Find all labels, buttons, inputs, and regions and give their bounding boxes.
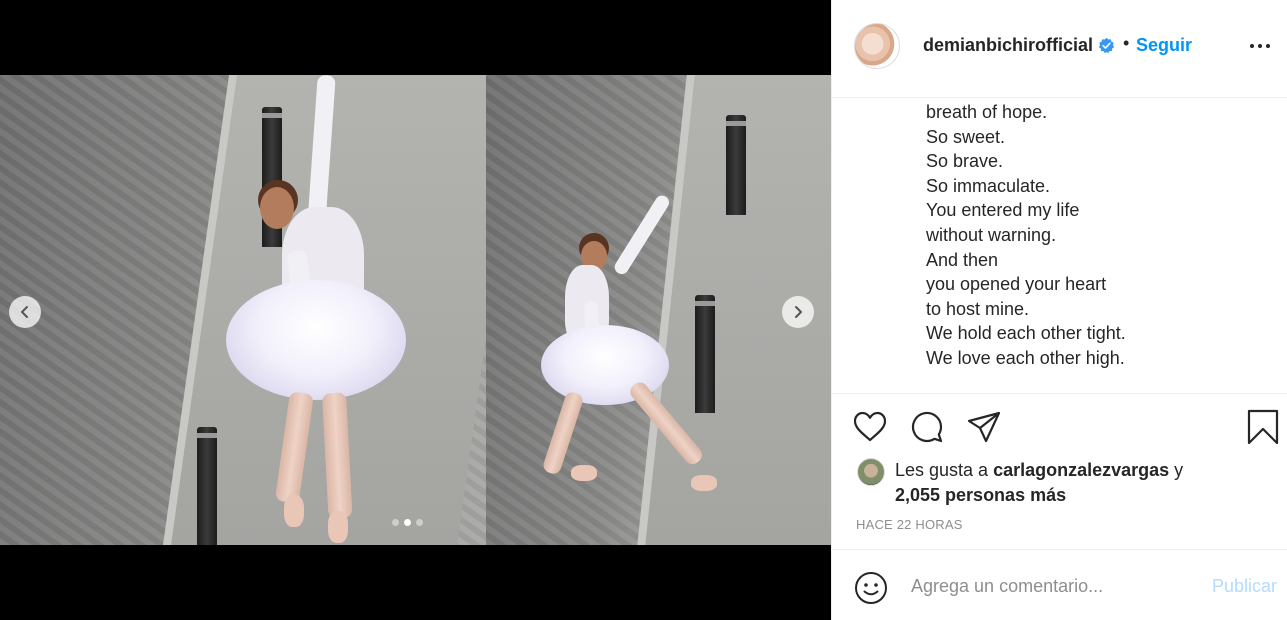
publish-button[interactable]: Publicar: [1212, 576, 1277, 597]
likes-summary: Les gusta a carlagonzalezvargas y 2,055 …: [895, 458, 1255, 508]
more-options-icon[interactable]: [1249, 36, 1271, 56]
liker-username[interactable]: carlagonzalezvargas: [993, 460, 1169, 480]
username-link[interactable]: demianbichirofficial: [923, 35, 1093, 56]
caption-line: without warning.: [926, 224, 1057, 245]
post-actions: Les gusta a carlagonzalezvargas y 2,055 …: [832, 393, 1287, 550]
carousel-dot-active: [404, 519, 411, 526]
like-button[interactable]: [852, 409, 888, 445]
separator-dot: •: [1123, 33, 1130, 53]
caption-line: We love each other high.: [926, 347, 1125, 368]
likes-joiner: y: [1169, 460, 1184, 480]
heart-icon: [853, 411, 887, 442]
emoji-icon[interactable]: [854, 571, 888, 605]
photo-ballerina-right: [486, 75, 831, 545]
caption-line: to host mine.: [926, 298, 1030, 319]
caption-line: You entered my life: [926, 200, 1080, 221]
caption-line: you opened your heart: [926, 274, 1107, 295]
caption-line: And then: [926, 249, 999, 270]
photo-ballerina-left: [0, 75, 486, 545]
likes-prefix: Les gusta a: [895, 460, 994, 480]
avatar[interactable]: [854, 23, 900, 69]
carousel-next-button[interactable]: [782, 296, 814, 328]
save-button[interactable]: [1245, 409, 1281, 445]
caption-line: We hold each other tight.: [926, 323, 1126, 344]
caption-line: So sweet.: [926, 126, 1006, 147]
carousel-indicator: [392, 519, 423, 526]
post-media: [0, 0, 831, 620]
comment-composer: Publicar: [832, 549, 1287, 620]
share-icon: [967, 411, 1001, 443]
likes-count[interactable]: 2,055 personas más: [895, 485, 1066, 505]
carousel-dot: [416, 519, 423, 526]
caption-line: So brave.: [926, 151, 1004, 172]
bookmark-icon: [1247, 409, 1279, 445]
chevron-left-icon: [21, 306, 28, 318]
verified-badge-icon: [1098, 37, 1115, 54]
chevron-right-icon: [795, 306, 802, 318]
liker-avatar[interactable]: [857, 458, 885, 486]
post-timestamp[interactable]: HACE 22 HORAS: [856, 517, 963, 532]
post-header: demianbichirofficial • Seguir: [832, 0, 1287, 98]
carousel-dot: [392, 519, 399, 526]
post-caption: breath of hope. So sweet. So brave. So i…: [926, 100, 1266, 371]
caption-line: breath of hope.: [926, 102, 1048, 122]
comment-icon: [911, 411, 943, 443]
comment-input[interactable]: [911, 572, 1191, 600]
share-button[interactable]: [966, 409, 1002, 445]
caption-line: So immaculate.: [926, 175, 1051, 196]
post-side-panel: demianbichirofficial • Seguir breath of …: [831, 0, 1287, 620]
follow-button[interactable]: Seguir: [1136, 35, 1192, 56]
comment-button[interactable]: [909, 409, 945, 445]
carousel-prev-button[interactable]: [9, 296, 41, 328]
